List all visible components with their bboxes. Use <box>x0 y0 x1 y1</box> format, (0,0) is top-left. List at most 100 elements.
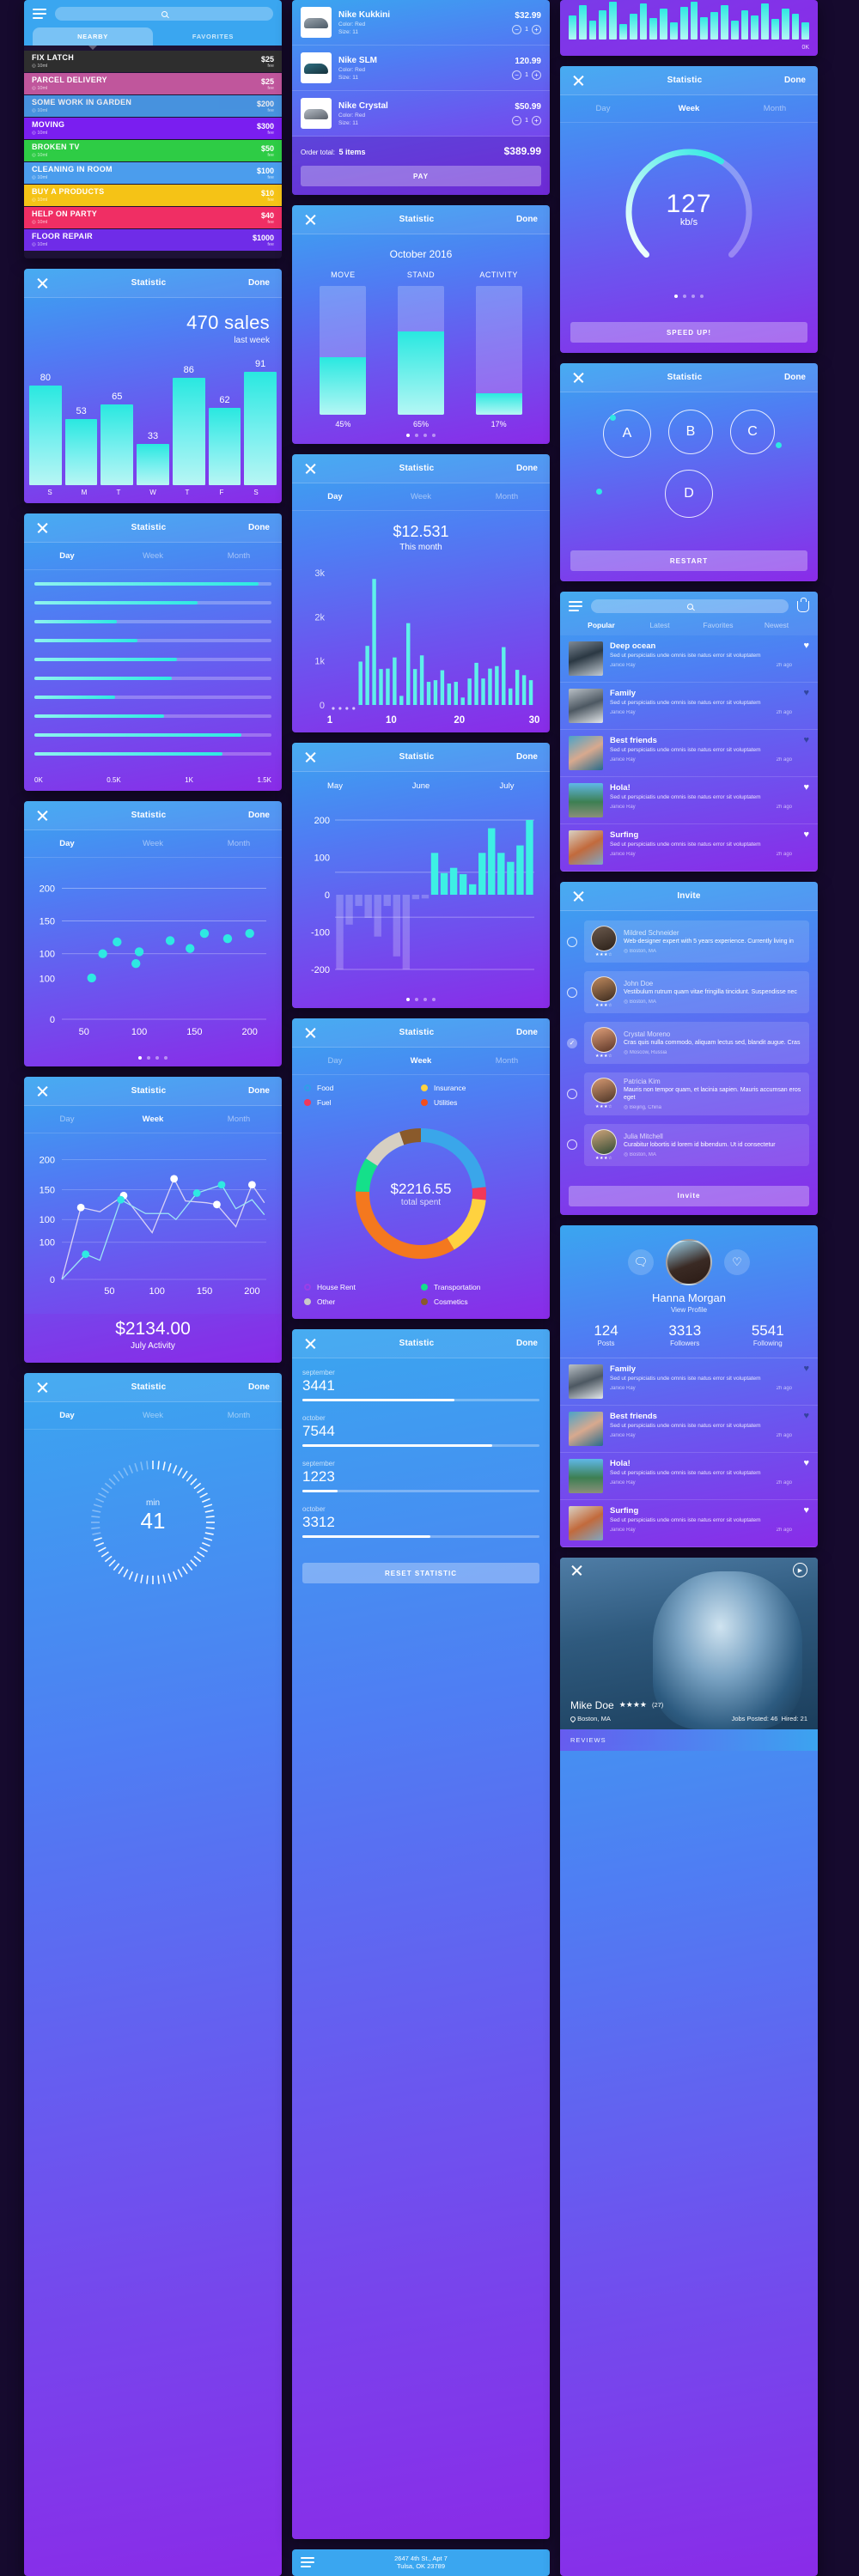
tab-month[interactable]: Month <box>196 551 282 561</box>
pay-button[interactable]: PAY <box>301 166 541 186</box>
feed-item[interactable]: Best friends Sed ut perspiciatis unde om… <box>560 730 818 777</box>
feed-item[interactable]: Best friends Sed ut perspiciatis unde om… <box>560 1406 818 1453</box>
tab-week[interactable]: Week <box>378 1056 464 1066</box>
close-icon[interactable] <box>572 371 585 384</box>
task-row[interactable]: CLEANING IN ROOM ◎ 10ml $100 fee <box>24 162 282 184</box>
increment-button[interactable]: + <box>532 70 541 80</box>
close-icon[interactable] <box>304 750 317 763</box>
feed-tab[interactable]: Popular <box>572 621 631 629</box>
tab-day[interactable]: Day <box>292 492 378 501</box>
close-icon[interactable] <box>304 1337 317 1350</box>
heart-icon[interactable]: ♥ <box>799 1458 809 1493</box>
heart-icon[interactable]: ♥ <box>799 830 809 865</box>
heart-icon[interactable]: ♥ <box>799 1364 809 1399</box>
menu-icon[interactable] <box>569 601 582 611</box>
done-button[interactable]: Done <box>516 752 538 762</box>
invite-row[interactable]: ★★★☆ John Doe Vestibulum rutrum quam vit… <box>560 967 818 1018</box>
play-icon[interactable]: ▶ <box>793 1563 807 1578</box>
feed-tab[interactable]: Favorites <box>689 621 747 629</box>
close-icon[interactable] <box>304 1026 317 1039</box>
tab-month[interactable]: Month <box>196 839 282 848</box>
heart-icon[interactable]: ♥ <box>799 641 809 676</box>
task-row[interactable]: PARCEL DELIVERY ◎ 10ml $25 fee <box>24 73 282 94</box>
done-button[interactable]: Done <box>248 1382 270 1392</box>
heart-icon[interactable]: ♥ <box>799 689 809 723</box>
close-icon[interactable] <box>36 276 49 289</box>
invite-button[interactable]: Invite <box>569 1185 809 1206</box>
page-dots[interactable] <box>292 993 550 1008</box>
view-profile-link[interactable]: View Profile <box>560 1306 818 1314</box>
done-button[interactable]: Done <box>516 1339 538 1348</box>
tab-day[interactable]: Day <box>292 1056 378 1066</box>
done-button[interactable]: Done <box>784 76 806 85</box>
select-radio[interactable] <box>567 1139 577 1151</box>
close-icon[interactable] <box>36 521 49 534</box>
tab-week[interactable]: Week <box>110 551 196 561</box>
menu-icon[interactable] <box>33 9 46 19</box>
heart-icon[interactable]: ♥ <box>799 1411 809 1446</box>
feed-item[interactable]: Family Sed ut perspiciatis unde omnis is… <box>560 1358 818 1406</box>
tab-day[interactable]: Day <box>24 551 110 561</box>
page-dots[interactable] <box>560 289 818 305</box>
page-dots[interactable] <box>24 1051 282 1066</box>
heart-icon[interactable]: ♥ <box>799 783 809 817</box>
node-b[interactable]: B <box>668 410 713 454</box>
tab-month[interactable]: Month <box>196 1411 282 1420</box>
select-radio[interactable] <box>567 1088 577 1099</box>
close-icon[interactable] <box>304 462 317 475</box>
heart-icon[interactable]: ♥ <box>799 736 809 770</box>
tab-week[interactable]: Week <box>110 1115 196 1124</box>
tab-month[interactable]: Month <box>464 492 550 501</box>
task-row[interactable]: HELP ON PARTY ◎ 10ml $40 fee <box>24 207 282 228</box>
heart-icon[interactable]: ♥ <box>799 1505 809 1540</box>
basket-icon[interactable] <box>797 597 809 612</box>
search-input[interactable] <box>591 599 789 613</box>
feed-tab[interactable]: Newest <box>747 621 806 629</box>
task-row[interactable]: FIX LATCH ◎ 10ml $25 fee <box>24 51 282 72</box>
done-button[interactable]: Done <box>248 278 270 288</box>
close-icon[interactable] <box>572 890 585 902</box>
heart-icon[interactable]: ♡ <box>724 1249 750 1275</box>
restart-button[interactable]: RESTART <box>570 550 807 571</box>
feed-item[interactable]: Deep ocean Sed ut perspiciatis unde omni… <box>560 635 818 683</box>
reset-statistic-button[interactable]: RESET STATISTIC <box>302 1563 539 1583</box>
feed-tab[interactable]: Latest <box>631 621 689 629</box>
tab-week[interactable]: Week <box>110 1411 196 1420</box>
close-icon[interactable] <box>304 213 317 226</box>
done-button[interactable]: Done <box>784 373 806 382</box>
feed-item[interactable]: Hola! Sed ut perspiciatis unde omnis ist… <box>560 777 818 824</box>
tab-day[interactable]: Day <box>24 839 110 848</box>
feed-item[interactable]: Surfing Sed ut perspiciatis unde omnis i… <box>560 1500 818 1547</box>
done-button[interactable]: Done <box>516 464 538 473</box>
menu-icon[interactable] <box>301 2557 314 2568</box>
tab-favorites[interactable]: FAVORITES <box>153 27 273 46</box>
search-input[interactable] <box>55 7 273 21</box>
tab-day[interactable]: Day <box>24 1115 110 1124</box>
message-icon[interactable]: 🗨 <box>628 1249 654 1275</box>
node-c[interactable]: C <box>730 410 775 454</box>
select-radio[interactable] <box>567 987 577 998</box>
speed-up-button[interactable]: SPEED UP! <box>570 322 807 343</box>
done-button[interactable]: Done <box>248 1086 270 1096</box>
decrement-button[interactable]: − <box>512 115 522 125</box>
invite-row[interactable]: ✓ ★★★☆ Crystal Moreno Cras quis nulla co… <box>560 1018 818 1068</box>
close-icon[interactable] <box>36 1084 49 1097</box>
close-icon[interactable] <box>36 809 49 822</box>
page-dots[interactable] <box>292 428 550 444</box>
tab-nearby[interactable]: NEARBY <box>33 27 153 50</box>
select-radio[interactable] <box>567 936 577 947</box>
done-button[interactable]: Done <box>248 811 270 820</box>
tab-week[interactable]: Week <box>646 104 732 113</box>
tab-day[interactable]: Day <box>24 1411 110 1420</box>
done-button[interactable]: Done <box>516 1028 538 1037</box>
feed-item[interactable]: Surfing Sed ut perspiciatis unde omnis i… <box>560 824 818 872</box>
invite-row[interactable]: ★★★☆ Mildred Schneider Web-designer expe… <box>560 916 818 967</box>
invite-row[interactable]: ★★★☆ Julia Mitchell Curabitur lobortis i… <box>560 1120 818 1170</box>
done-button[interactable]: Done <box>516 215 538 224</box>
feed-item[interactable]: Family Sed ut perspiciatis unde omnis is… <box>560 683 818 730</box>
tab-week[interactable]: Week <box>110 839 196 848</box>
done-button[interactable]: Done <box>248 523 270 532</box>
close-icon[interactable] <box>572 74 585 87</box>
tab-week[interactable]: Week <box>378 492 464 501</box>
close-icon[interactable] <box>36 1381 49 1394</box>
